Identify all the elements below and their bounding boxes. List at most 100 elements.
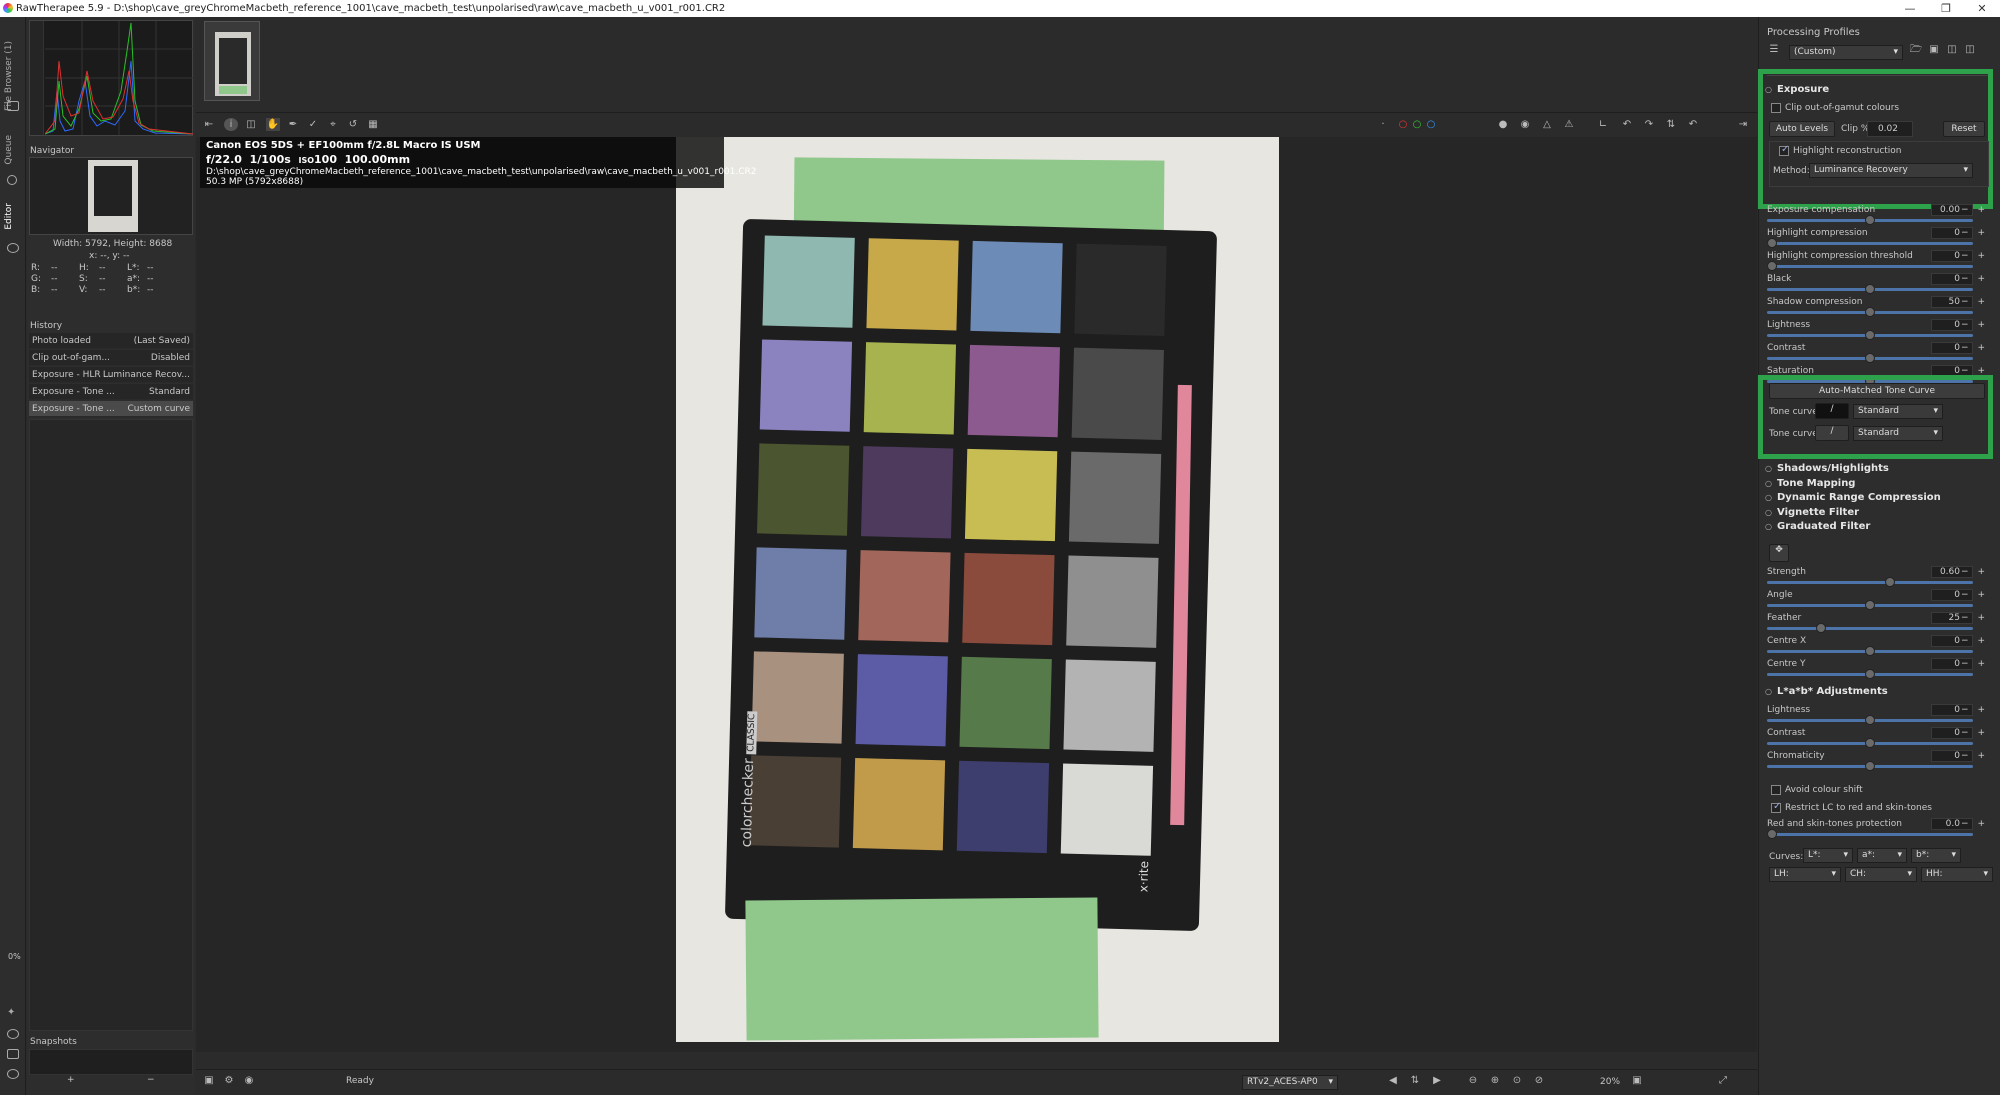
slider-value[interactable]: 25 [1931,612,1988,624]
slider[interactable]: Contrast 0 [1767,727,1991,751]
rotate-right-icon[interactable]: ↷ [1642,118,1656,131]
zoom-fit-icon[interactable]: ⊙ [1510,1074,1524,1087]
navigator-preview[interactable] [29,157,193,235]
exposure-section-title[interactable]: Exposure [1765,82,1993,98]
slider[interactable]: Lightness 0 [1767,704,1991,728]
next-image-icon[interactable]: ▶ [1430,1074,1444,1087]
zoom-out-icon[interactable]: ⊖ [1466,1074,1480,1087]
copy-profile-icon[interactable]: ◫ [1945,43,1959,56]
slider-knob[interactable] [1767,261,1777,271]
slider[interactable]: Highlight compression 0 [1767,227,1991,251]
slider-knob[interactable] [1865,307,1875,317]
slider[interactable]: Highlight compression threshold 0 [1767,250,1991,274]
grid-icon[interactable] [7,1049,19,1059]
send-editor-icon[interactable]: ◉ [242,1074,256,1087]
help-icon[interactable] [7,1029,19,1039]
profile-list-icon[interactable]: ☰ [1767,43,1781,56]
auto-matched-tone-curve-button[interactable]: Auto-Matched Tone Curve [1769,383,1985,399]
green-channel-icon[interactable]: ○ [1410,118,1424,131]
slider-knob[interactable] [1865,738,1875,748]
zoom-in-icon[interactable]: ⊕ [1488,1074,1502,1087]
rotate-left-icon[interactable]: ↶ [1620,118,1634,131]
curve-tab[interactable]: L*: [1803,848,1853,863]
flip-icon[interactable]: ⇅ [1664,118,1678,131]
skin-protection-value[interactable]: 0.0 [1931,818,1988,830]
curve-tab[interactable]: LH: [1769,867,1841,882]
white-balance-picker-icon[interactable]: ✒ [286,118,300,131]
slider-value[interactable]: 0 [1931,750,1988,762]
slider-knob[interactable] [1865,669,1875,679]
slider[interactable]: Shadow compression 50 [1767,296,1991,320]
skin-protection-knob[interactable] [1767,829,1777,839]
save-profile-icon[interactable]: ▣ [1927,43,1941,56]
highlight-warn-icon[interactable]: △ [1540,118,1554,131]
slider-knob[interactable] [1885,577,1895,587]
profile-select[interactable]: (Custom) [1789,45,1903,60]
red-channel-icon[interactable]: ○ [1396,118,1410,131]
slider-knob[interactable] [1865,215,1875,225]
straighten-icon[interactable]: ↺ [346,118,360,131]
history-row[interactable]: Exposure - HLR ... Luminance Recov... [29,367,193,383]
add-snapshot-button[interactable]: + [67,1075,75,1085]
slider-knob[interactable] [1865,600,1875,610]
clip-pct-input[interactable]: 0.02 [1867,121,1913,137]
slider[interactable]: Angle 0 [1767,589,1991,613]
maximize-button[interactable]: ❐ [1928,0,1964,17]
open-profile-icon[interactable]: 🗁 [1909,43,1923,56]
restrict-lc-checkbox[interactable] [1771,801,1781,813]
fullscreen-icon[interactable]: ⤢ [1716,1074,1730,1087]
shadow-clip-icon[interactable]: ◉ [1518,118,1532,131]
slider-knob[interactable] [1865,646,1875,656]
slider-knob[interactable] [1767,238,1777,248]
wand-icon[interactable]: ✦ [7,1007,19,1018]
slider-knob[interactable] [1865,284,1875,294]
slider-knob[interactable] [1865,761,1875,771]
crop-icon[interactable]: ⌖ [326,118,340,131]
slider-knob[interactable] [1865,330,1875,340]
tone-curve-1-select[interactable]: Standard [1853,404,1943,419]
tone-curve-2-editor-icon[interactable]: ∕ [1815,425,1849,441]
slider[interactable]: Exposure compensation 0.00 [1767,204,1991,228]
slider-knob[interactable] [1865,353,1875,363]
filmstrip-thumbnail[interactable] [204,21,260,101]
preview-mode-icon[interactable]: · [1376,118,1390,131]
hand-tool-icon[interactable]: ✋ [266,118,280,131]
slider-value[interactable]: 0.00 [1931,204,1988,216]
slider[interactable]: Feather 25 [1767,612,1991,636]
slider-value[interactable]: 0 [1931,635,1988,647]
history-row[interactable]: Exposure - Tone ... Standard [29,384,193,400]
blue-channel-icon[interactable]: ○ [1424,118,1438,131]
clip-gamut-checkbox[interactable] [1771,103,1781,113]
tone-curve-2-select[interactable]: Standard [1853,426,1943,441]
curve-tab[interactable]: b*: [1911,848,1961,863]
slider-value[interactable]: 50 [1931,296,1988,308]
slider-value[interactable]: 0 [1931,319,1988,331]
reset-button[interactable]: Reset [1943,121,1985,137]
undo-icon[interactable]: ↶ [1686,118,1700,131]
clip-warn-icon[interactable]: ⚠ [1562,118,1576,131]
graduated-filter-edit-icon[interactable]: ✥ [1769,544,1789,562]
history-row[interactable]: Exposure - Tone ... Custom curve [29,401,193,417]
slider-value[interactable]: 0 [1931,250,1988,262]
slider-knob[interactable] [1865,715,1875,725]
slider[interactable]: Lightness 0 [1767,319,1991,343]
before-after-icon[interactable]: ◫ [244,118,258,131]
slider[interactable]: Chromaticity 0 [1767,750,1991,774]
slider-value[interactable]: 0 [1931,342,1988,354]
history-row[interactable]: Clip out-of-gam... Disabled [29,350,193,366]
slider[interactable]: Black 0 [1767,273,1991,297]
curve-tab[interactable]: CH: [1845,867,1917,882]
save-icon[interactable]: ▣ [202,1074,216,1087]
hlr-checkbox[interactable] [1779,144,1789,156]
paste-profile-icon[interactable]: ◫ [1963,43,1977,56]
curve-tab[interactable]: HH: [1921,867,1993,882]
avoid-colour-shift-checkbox[interactable] [1771,785,1781,795]
queue-icon[interactable]: ⚙ [222,1074,236,1087]
auto-levels-button[interactable]: Auto Levels [1769,121,1835,137]
histogram-toggle-icon[interactable]: ∟ [1596,118,1610,131]
slider[interactable]: Centre X 0 [1767,635,1991,659]
lab-section-title[interactable]: L*a*b* Adjustments [1765,684,1993,700]
remove-snapshot-button[interactable]: − [147,1075,155,1085]
tab-editor[interactable]: Editor [4,203,14,230]
info-icon[interactable]: i [224,118,238,131]
